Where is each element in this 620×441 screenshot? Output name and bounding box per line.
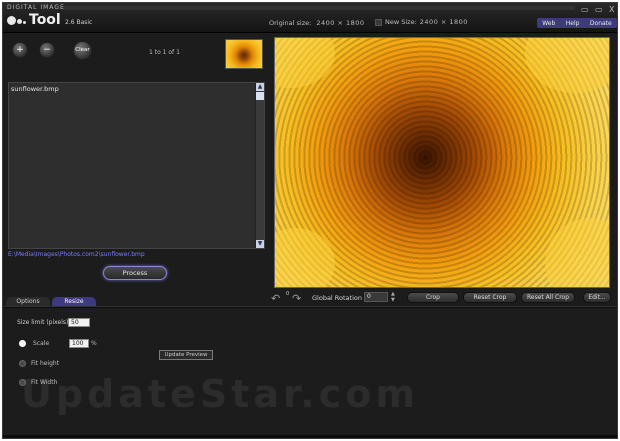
- nav-help-link[interactable]: Help: [566, 20, 580, 27]
- new-size-value: 2400 × 1800: [419, 18, 468, 26]
- add-file-button[interactable]: +: [12, 42, 28, 58]
- nav-web-link[interactable]: Web: [542, 20, 555, 27]
- original-size-label: Original size:: [269, 19, 312, 27]
- tab-resize[interactable]: Resize: [52, 297, 96, 306]
- reset-crop-button[interactable]: Reset Crop: [463, 292, 517, 303]
- tab-bar: Options Resize: [6, 297, 96, 306]
- rotation-degree: 0: [286, 291, 290, 297]
- fit-height-label: Fit height: [31, 360, 60, 367]
- image-preview[interactable]: [274, 37, 610, 288]
- close-icon[interactable]: X: [609, 5, 614, 14]
- version-label: 2.6 Basic: [65, 19, 93, 26]
- update-preview-button[interactable]: Update Preview: [159, 350, 213, 360]
- title-bar-track[interactable]: [61, 6, 575, 10]
- tab-options[interactable]: Options: [6, 297, 50, 306]
- size-limit-label: Size limit (pixels):: [17, 319, 71, 326]
- scale-radio[interactable]: [19, 340, 26, 347]
- original-size-value: 2400 × 1800: [316, 19, 365, 27]
- title-bar: DIGITAL IMAGE Tool 2.6 Basic Original si…: [3, 3, 617, 33]
- rotation-spinner[interactable]: ▲ ▼: [391, 291, 395, 303]
- bottom-border: [3, 435, 617, 438]
- file-counter: 1 to 1 of 1: [149, 49, 180, 56]
- process-button[interactable]: Process: [103, 266, 167, 280]
- rotate-right-icon[interactable]: ↷: [292, 292, 301, 305]
- divider: [3, 306, 617, 308]
- remove-file-button[interactable]: −: [39, 42, 55, 58]
- clear-button[interactable]: Clear: [73, 41, 92, 60]
- crop-button[interactable]: Crop: [407, 292, 459, 303]
- preview-toolbar: ↶ 0 ↷ Global Rotation 0 ▲ ▼ Crop Reset Cr…: [269, 291, 617, 305]
- minimize-icon[interactable]: ▭: [581, 5, 589, 14]
- global-rotation-input[interactable]: 0: [364, 292, 388, 302]
- rotate-left-icon[interactable]: ↶: [271, 292, 280, 305]
- thumbnail-image[interactable]: [225, 39, 263, 69]
- app-window: DIGITAL IMAGE Tool 2.6 Basic Original si…: [2, 2, 618, 439]
- file-list[interactable]: sunflower.bmp ▲ ▼: [8, 82, 265, 249]
- new-size-checkbox[interactable]: [375, 18, 382, 26]
- reset-all-crop-button[interactable]: Reset All Crop: [521, 292, 575, 303]
- file-list-scrollbar[interactable]: ▲ ▼: [255, 83, 264, 248]
- fit-height-radio[interactable]: [19, 360, 26, 367]
- original-size: Original size: 2400 × 1800: [269, 19, 365, 27]
- brand-title: Tool: [29, 12, 61, 28]
- logo-icon: [7, 14, 29, 28]
- scroll-thumb[interactable]: [256, 92, 264, 100]
- top-nav: Web Help Donate: [537, 18, 617, 28]
- new-size: New Size: 2400 × 1800: [375, 18, 468, 26]
- scale-input[interactable]: 100: [69, 339, 89, 348]
- edit-button[interactable]: Edit...: [583, 292, 611, 303]
- scroll-down-icon[interactable]: ▼: [256, 240, 264, 248]
- maximize-icon[interactable]: ▭: [595, 5, 603, 14]
- brand-subtitle: DIGITAL IMAGE: [7, 4, 65, 11]
- file-path: E:\Media\Images\Photos.com2\sunflower.bm…: [8, 251, 145, 258]
- watermark: UpdateStar.com: [21, 372, 419, 416]
- scale-unit: %: [91, 340, 97, 347]
- new-size-label: New Size:: [385, 18, 417, 26]
- nav-donate-link[interactable]: Donate: [590, 20, 612, 27]
- list-item[interactable]: sunflower.bmp: [11, 85, 59, 93]
- size-limit-input[interactable]: 50: [68, 318, 90, 327]
- scroll-up-icon[interactable]: ▲: [256, 83, 264, 91]
- global-rotation-label: Global Rotation: [312, 294, 362, 302]
- scale-label: Scale: [33, 340, 50, 347]
